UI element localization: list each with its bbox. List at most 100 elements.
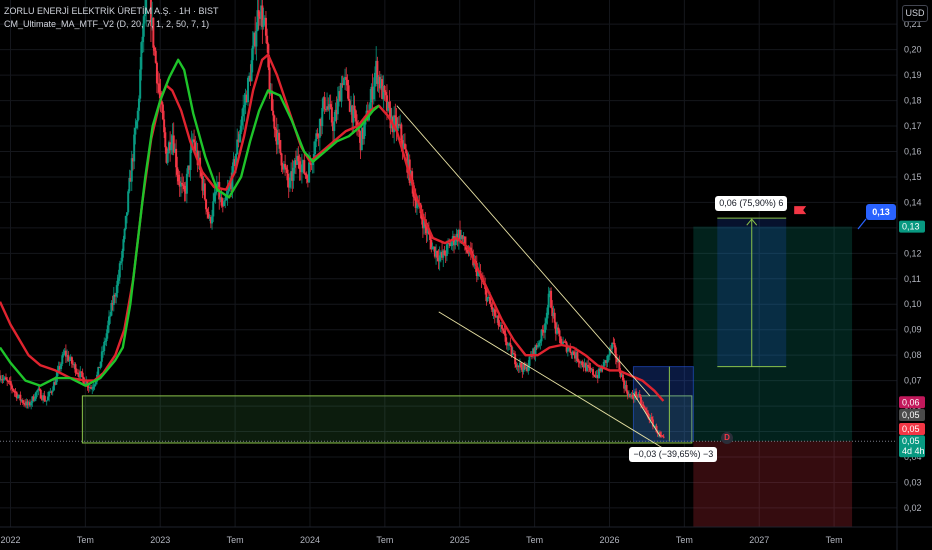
symbol-title[interactable]: ZORLU ENERJİ ELEKTRİK ÜRETİM A.Ş. · 1H ·… bbox=[4, 5, 219, 18]
x-tick-label: Tem bbox=[227, 535, 244, 545]
candle-body bbox=[572, 351, 575, 355]
candle-body bbox=[211, 216, 214, 224]
candle-body bbox=[97, 367, 100, 375]
x-tick-label: 2023 bbox=[150, 535, 170, 545]
price-chart[interactable]: 0,210,200,190,180,170,160,150,140,130,12… bbox=[0, 0, 932, 550]
candle-body bbox=[587, 364, 590, 367]
candle-body bbox=[308, 162, 311, 183]
candle-body bbox=[116, 280, 119, 293]
x-tick-label: 2025 bbox=[450, 535, 470, 545]
candle-body bbox=[10, 385, 13, 389]
dividend-marker-icon[interactable]: D bbox=[721, 432, 733, 444]
candle-body bbox=[454, 241, 457, 246]
candle-body bbox=[122, 239, 125, 251]
candle-body bbox=[257, 10, 260, 17]
candle-body bbox=[445, 244, 448, 256]
candle-body bbox=[140, 42, 143, 70]
candle-body bbox=[16, 396, 19, 399]
candle-body bbox=[504, 333, 507, 342]
candle-body bbox=[182, 184, 185, 186]
x-tick-label: Tem bbox=[77, 535, 94, 545]
y-tick-label: 0,02 bbox=[904, 503, 922, 513]
measure-up-label[interactable]: 0,06 (75,90%) 6 bbox=[715, 196, 788, 212]
x-tick-label: 2026 bbox=[599, 535, 619, 545]
candle-body bbox=[274, 128, 277, 130]
support-zone-rectangle[interactable] bbox=[81, 395, 693, 444]
price-tag-label: 0,13 bbox=[902, 222, 920, 232]
candle-body bbox=[506, 344, 509, 346]
candle-body bbox=[272, 110, 275, 116]
candle-body bbox=[566, 348, 569, 352]
candle-body bbox=[264, 17, 267, 36]
candle-body bbox=[99, 361, 102, 369]
candle-body bbox=[569, 347, 572, 353]
candle-body bbox=[12, 388, 15, 391]
candle-body bbox=[329, 104, 332, 108]
candle-body bbox=[557, 327, 560, 331]
candle-body bbox=[372, 86, 375, 100]
candle-body bbox=[133, 134, 136, 162]
candle-body bbox=[262, 19, 265, 27]
candle-body bbox=[155, 62, 158, 84]
candle-body bbox=[333, 121, 336, 131]
y-tick-label: 0,20 bbox=[904, 45, 922, 55]
candle-body bbox=[207, 211, 210, 218]
candle-body bbox=[212, 201, 215, 217]
candle-body bbox=[541, 329, 544, 332]
candle-body bbox=[607, 355, 610, 357]
candle-body bbox=[250, 60, 253, 82]
candle-body bbox=[300, 164, 303, 173]
candle-body bbox=[166, 153, 169, 163]
candle-body bbox=[347, 85, 350, 101]
candle-body bbox=[342, 77, 345, 85]
candle-body bbox=[117, 277, 120, 281]
candle-body bbox=[305, 175, 308, 179]
candle-body bbox=[103, 341, 106, 352]
candle-body bbox=[613, 343, 616, 348]
candle-body bbox=[559, 336, 562, 344]
candle-body bbox=[292, 167, 295, 181]
y-tick-label: 0,10 bbox=[904, 299, 922, 309]
candle-body bbox=[336, 98, 339, 115]
candle-body bbox=[2, 378, 5, 380]
candle-body bbox=[662, 436, 665, 438]
y-tick-label: 0,08 bbox=[904, 350, 922, 360]
candle-body bbox=[100, 351, 103, 362]
candle-body bbox=[124, 215, 127, 229]
candle-body bbox=[80, 371, 83, 373]
candle-body bbox=[536, 346, 539, 348]
candle-body bbox=[639, 397, 642, 405]
long-position-loss-zone[interactable] bbox=[693, 441, 853, 527]
candle-body bbox=[163, 119, 166, 133]
candle-body bbox=[353, 105, 356, 111]
candle-body bbox=[497, 315, 500, 326]
candle-body bbox=[39, 389, 42, 399]
candle-body bbox=[550, 290, 553, 308]
measure-down-label[interactable]: −0,03 (−39,65%) −3 bbox=[629, 447, 718, 463]
candle-body bbox=[183, 185, 186, 192]
currency-button[interactable]: USD bbox=[902, 5, 928, 22]
candle-body bbox=[528, 356, 531, 366]
candle-body bbox=[383, 85, 386, 93]
price-bubble[interactable]: 0,13 bbox=[866, 204, 896, 220]
candle-body bbox=[635, 391, 638, 396]
candle-body bbox=[121, 250, 124, 262]
candle-body bbox=[170, 144, 173, 151]
x-tick-label: 2027 bbox=[749, 535, 769, 545]
indicator-label[interactable]: CM_Ultimate_MA_MTF_V2 (D, 20, 7, 1, 2, 5… bbox=[4, 18, 219, 31]
candle-body bbox=[93, 384, 96, 387]
candle-body bbox=[19, 394, 22, 401]
price-tag-label: 0,05 bbox=[902, 436, 920, 446]
y-tick-label: 0,11 bbox=[904, 274, 921, 284]
candle-body bbox=[214, 192, 217, 194]
candle-body bbox=[466, 249, 469, 253]
candle-body bbox=[46, 396, 49, 401]
candle-body bbox=[243, 104, 246, 108]
y-tick-label: 0,18 bbox=[904, 96, 922, 106]
candle-body bbox=[21, 400, 24, 403]
candle-body bbox=[544, 323, 547, 333]
x-tick-label: Tem bbox=[376, 535, 393, 545]
candle-body bbox=[104, 341, 107, 343]
candle-body bbox=[443, 250, 446, 256]
candle-body bbox=[645, 410, 648, 413]
